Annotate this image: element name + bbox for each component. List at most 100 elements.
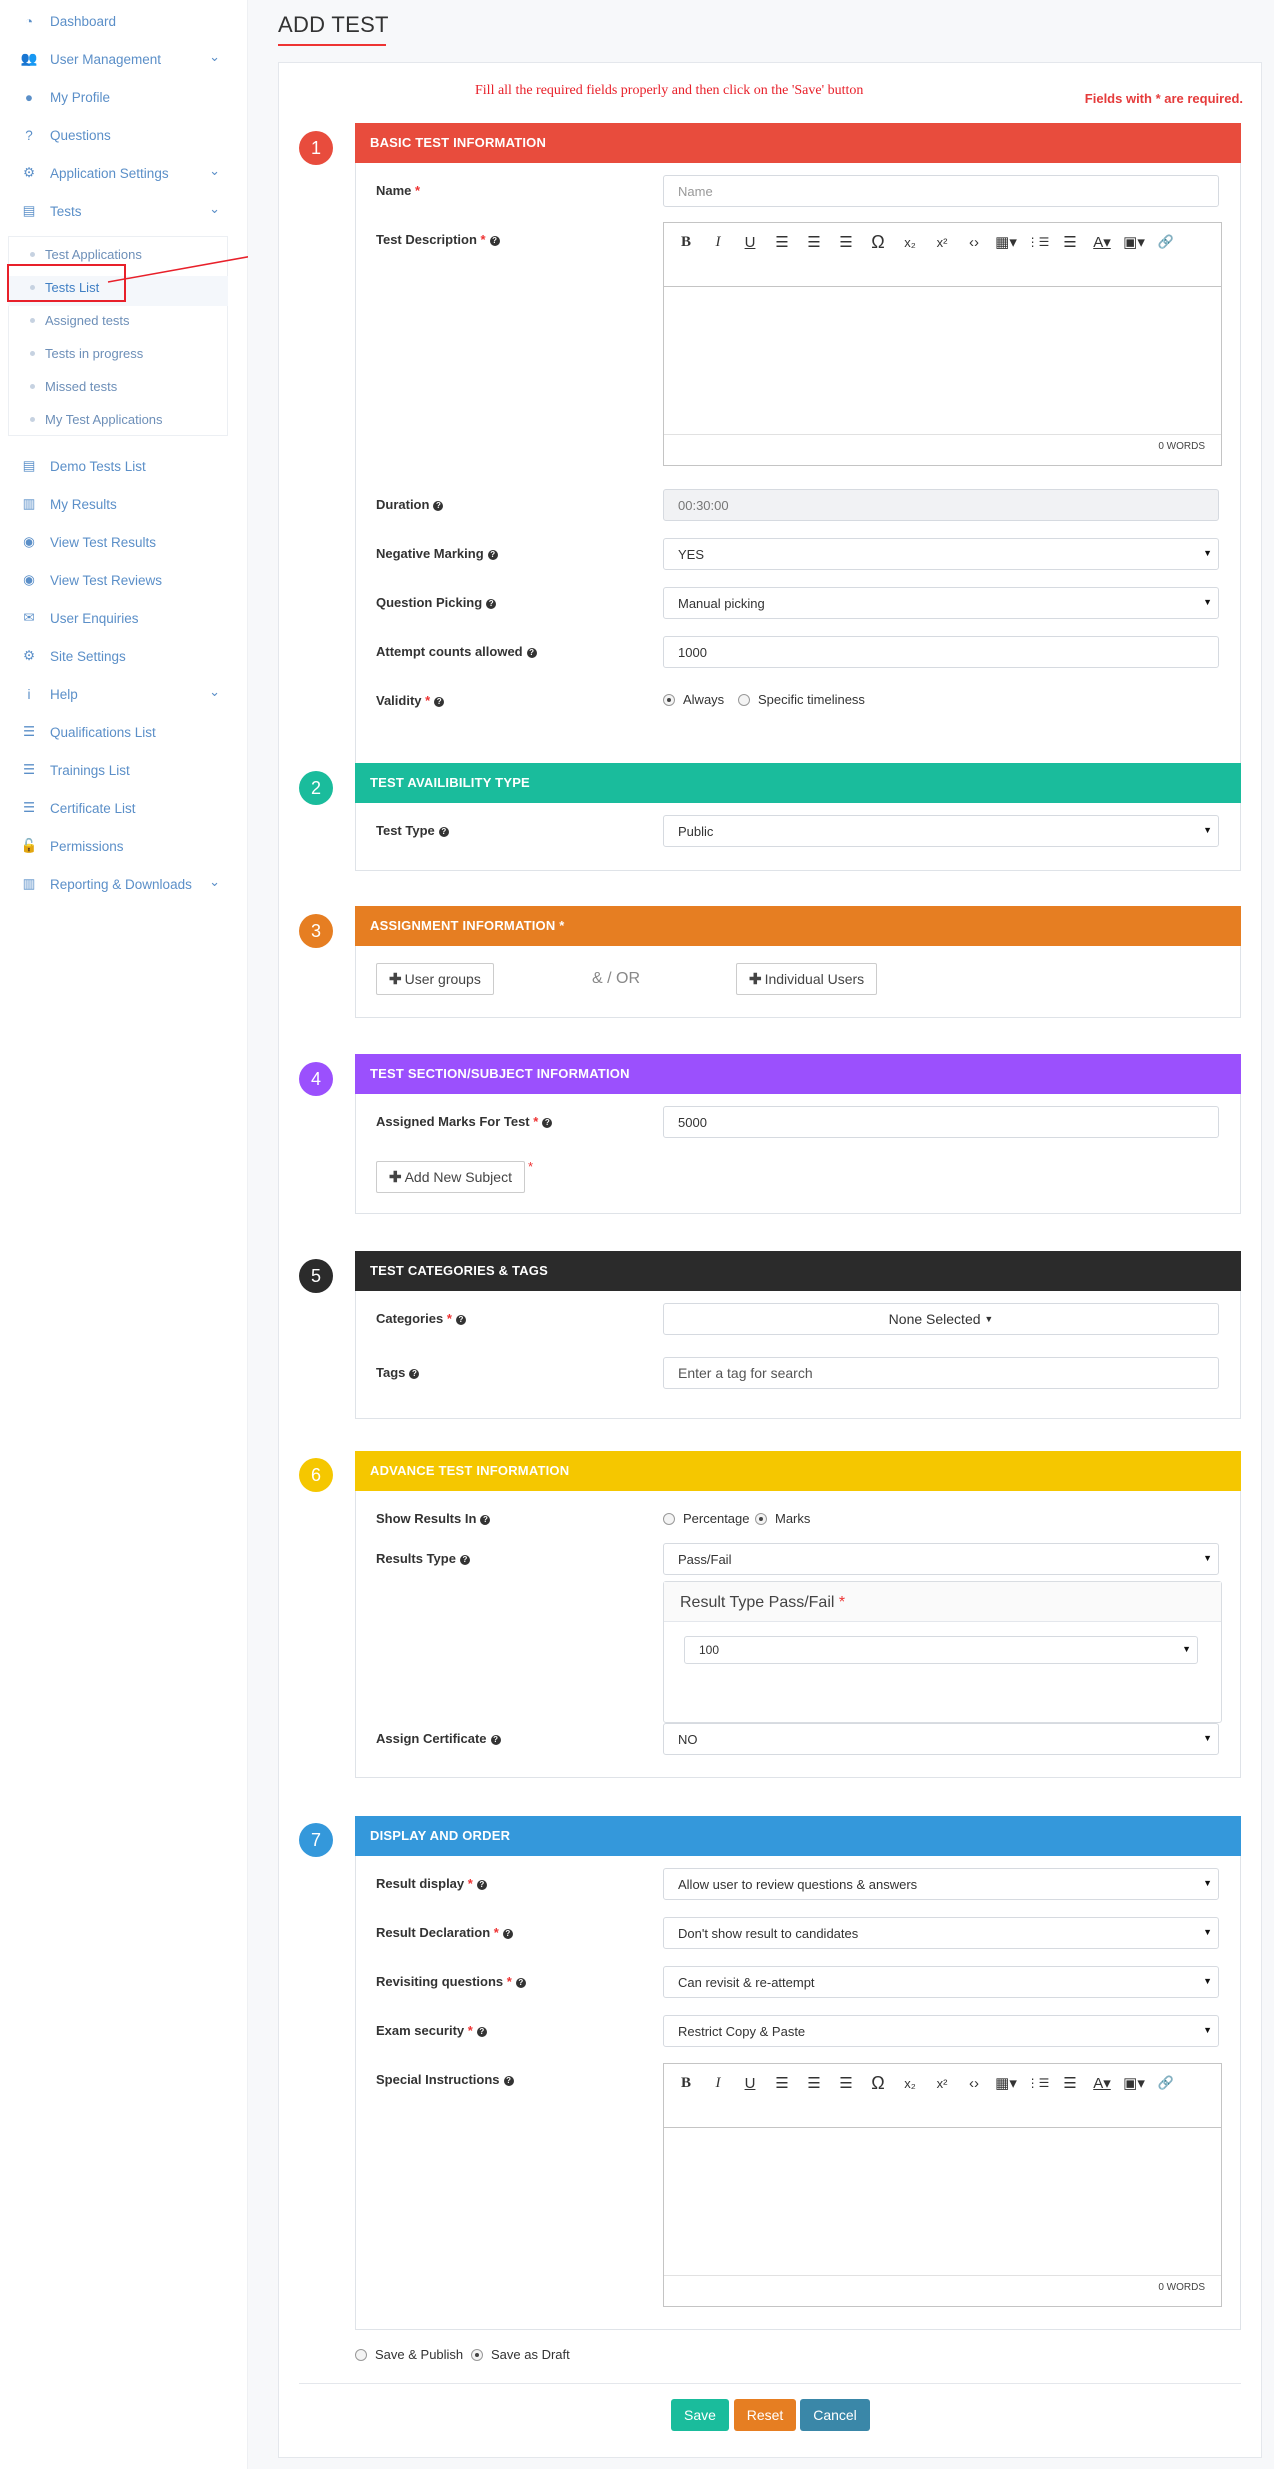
ordered-list-icon[interactable]: ⋮☰ <box>1022 229 1054 255</box>
superscript-icon[interactable]: x² <box>926 2070 958 2096</box>
sidebar-item-my-results[interactable]: ▥ My Results <box>20 492 220 516</box>
name-input[interactable]: Name <box>663 175 1219 207</box>
code-icon[interactable]: ‹› <box>958 229 990 255</box>
duration-input[interactable]: 00:30:00 <box>663 489 1219 521</box>
validity-always-radio[interactable]: Always <box>663 692 724 707</box>
sidebar-item-my-profile[interactable]: ● My Profile <box>20 85 220 109</box>
bold-icon[interactable]: B <box>670 2070 702 2096</box>
help-icon: ? <box>486 599 497 609</box>
sidebar-item-qualifications-list[interactable]: ☰ Qualifications List <box>20 720 220 744</box>
sidebar-item-help[interactable]: i Help ⌄ <box>20 682 221 706</box>
align-right-icon[interactable]: ☰ <box>830 2070 862 2096</box>
save-button[interactable]: Save <box>671 2399 729 2431</box>
code-icon[interactable]: ‹› <box>958 2070 990 2096</box>
table-icon[interactable]: ▦▾ <box>990 229 1022 255</box>
instructions-editor[interactable]: B I U ☰ ☰ ☰ Ωx₂ x² ‹› ▦▾ ⋮☰ ☰ A▾ ▣▾ 🔗 0 WORDS <box>663 2063 1222 2307</box>
unordered-list-icon[interactable]: ☰ <box>1054 229 1086 255</box>
individual-users-button[interactable]: ✚ Individual Users <box>736 963 878 995</box>
sidebar-item-trainings-list[interactable]: ☰ Trainings List <box>20 758 220 782</box>
chevron-down-icon[interactable]: ⌄ <box>209 684 220 700</box>
cancel-button[interactable]: Cancel <box>800 2399 870 2431</box>
help-icon: ? <box>542 1118 553 1128</box>
sidebar-item-dashboard[interactable]: ◔ Dashboard <box>20 9 220 33</box>
categories-multiselect[interactable]: None Selected ▼ <box>663 1303 1219 1335</box>
chevron-down-icon[interactable]: ⌄ <box>209 874 220 890</box>
description-editor[interactable]: B I U ☰ ☰ ☰ Ωx₂ x² ‹› ▦▾ ⋮☰ ☰ A▾ ▣▾ 🔗 0 WORDS <box>663 222 1222 466</box>
submenu-item-tests-list[interactable]: Tests List <box>30 277 99 297</box>
table-icon[interactable]: ▦▾ <box>990 2070 1022 2096</box>
ordered-list-icon[interactable]: ⋮☰ <box>1022 2070 1054 2096</box>
align-center-icon[interactable]: ☰ <box>798 229 830 255</box>
sidebar-item-user-management[interactable]: 👥 User Management ⌄ <box>20 47 220 71</box>
bg-color-icon[interactable]: ▣▾ <box>1118 2070 1150 2096</box>
sidebar-item-view-test-results[interactable]: ◉ View Test Results <box>20 530 220 554</box>
submenu-item-my-test-applications[interactable]: My Test Applications <box>30 409 163 429</box>
reset-button[interactable]: Reset <box>734 2399 796 2431</box>
bold-icon[interactable]: B <box>670 229 702 255</box>
show-percentage-radio[interactable]: Percentage <box>663 1511 750 1526</box>
italic-icon[interactable]: I <box>702 2070 734 2096</box>
align-left-icon[interactable]: ☰ <box>766 2070 798 2096</box>
sidebar-item-application-settings[interactable]: ⚙ Application Settings ⌄ <box>20 161 220 185</box>
results-type-select[interactable]: Pass/Fail ▼ <box>663 1543 1219 1575</box>
assigned-marks-input[interactable]: 5000 <box>663 1106 1219 1138</box>
text-color-icon[interactable]: A▾ <box>1086 229 1118 255</box>
tags-input[interactable]: Enter a tag for search <box>663 1357 1219 1389</box>
user-groups-button[interactable]: ✚ User groups <box>376 963 494 995</box>
sidebar-item-certificate-list[interactable]: ☰ Certificate List <box>20 796 220 820</box>
sidebar-item-permissions[interactable]: 🔓 Permissions <box>20 834 220 858</box>
chevron-down-icon[interactable]: ⌄ <box>209 49 220 65</box>
description-word-count: 0 WORDS <box>664 435 1221 459</box>
chevron-down-icon[interactable]: ⌄ <box>209 201 220 217</box>
submenu-item-missed-tests[interactable]: Missed tests <box>30 376 117 396</box>
subscript-icon[interactable]: x₂ <box>894 229 926 255</box>
description-edit-area[interactable] <box>664 287 1221 435</box>
result-display-select[interactable]: Allow user to review questions & answers… <box>663 1868 1219 1900</box>
sidebar-item-user-enquiries[interactable]: ✉ User Enquiries <box>20 606 220 630</box>
save-draft-radio[interactable]: Save as Draft <box>471 2347 570 2362</box>
add-subject-button[interactable]: ✚ Add New Subject <box>376 1161 525 1193</box>
omega-icon[interactable]: Ω <box>862 2070 894 2096</box>
required-note: Fields with * are required. <box>1084 91 1243 106</box>
subscript-icon[interactable]: x₂ <box>894 2070 926 2096</box>
sidebar-item-reporting-downloads[interactable]: ▥ Reporting & Downloads ⌄ <box>20 872 220 896</box>
sidebar-item-questions[interactable]: ? Questions <box>20 123 220 147</box>
caret-down-icon: ▼ <box>984 1314 994 1324</box>
question-picking-select[interactable]: Manual picking ▼ <box>663 587 1219 619</box>
bg-color-icon[interactable]: ▣▾ <box>1118 229 1150 255</box>
submenu-item-test-applications[interactable]: Test Applications <box>30 244 142 264</box>
unordered-list-icon[interactable]: ☰ <box>1054 2070 1086 2096</box>
submenu-item-assigned-tests[interactable]: Assigned tests <box>30 310 130 330</box>
revisiting-select[interactable]: Can revisit & re-attempt ▼ <box>663 1966 1219 1998</box>
save-publish-radio[interactable]: Save & Publish <box>355 2347 463 2362</box>
underline-icon[interactable]: U <box>734 229 766 255</box>
superscript-icon[interactable]: x² <box>926 229 958 255</box>
sidebar-item-demo-tests-list[interactable]: ▤ Demo Tests List <box>20 454 220 478</box>
section-title-advance-info: ADVANCE TEST INFORMATION <box>355 1451 1241 1491</box>
validity-specific-radio[interactable]: Specific timeliness <box>738 692 865 707</box>
chevron-down-icon[interactable]: ⌄ <box>209 163 220 179</box>
sidebar-item-tests[interactable]: ▤ Tests ⌄ <box>20 199 220 223</box>
sidebar-item-view-test-reviews[interactable]: ◉ View Test Reviews <box>20 568 220 592</box>
attempts-input[interactable]: 1000 <box>663 636 1219 668</box>
assign-certificate-select[interactable]: NO ▼ <box>663 1723 1219 1755</box>
align-center-icon[interactable]: ☰ <box>798 2070 830 2096</box>
text-color-icon[interactable]: A▾ <box>1086 2070 1118 2096</box>
test-type-select[interactable]: Public ▼ <box>663 815 1219 847</box>
link-icon[interactable]: 🔗 <box>1150 2070 1182 2096</box>
submenu-item-tests-in-progress[interactable]: Tests in progress <box>30 343 143 363</box>
show-marks-radio[interactable]: Marks <box>755 1511 810 1526</box>
link-icon[interactable]: 🔗 <box>1150 229 1182 255</box>
align-left-icon[interactable]: ☰ <box>766 229 798 255</box>
omega-icon[interactable]: Ω <box>862 229 894 255</box>
italic-icon[interactable]: I <box>702 229 734 255</box>
result-declaration-select[interactable]: Don't show result to candidates ▼ <box>663 1917 1219 1949</box>
passfail-select[interactable]: 100 ▼ <box>684 1636 1198 1664</box>
negative-marking-label: Negative Marking? <box>376 546 498 561</box>
negative-marking-select[interactable]: YES ▼ <box>663 538 1219 570</box>
sidebar-item-site-settings[interactable]: ⚙ Site Settings <box>20 644 220 668</box>
exam-security-select[interactable]: Restrict Copy & Paste ▼ <box>663 2015 1219 2047</box>
underline-icon[interactable]: U <box>734 2070 766 2096</box>
align-right-icon[interactable]: ☰ <box>830 229 862 255</box>
instructions-edit-area[interactable] <box>664 2128 1221 2276</box>
